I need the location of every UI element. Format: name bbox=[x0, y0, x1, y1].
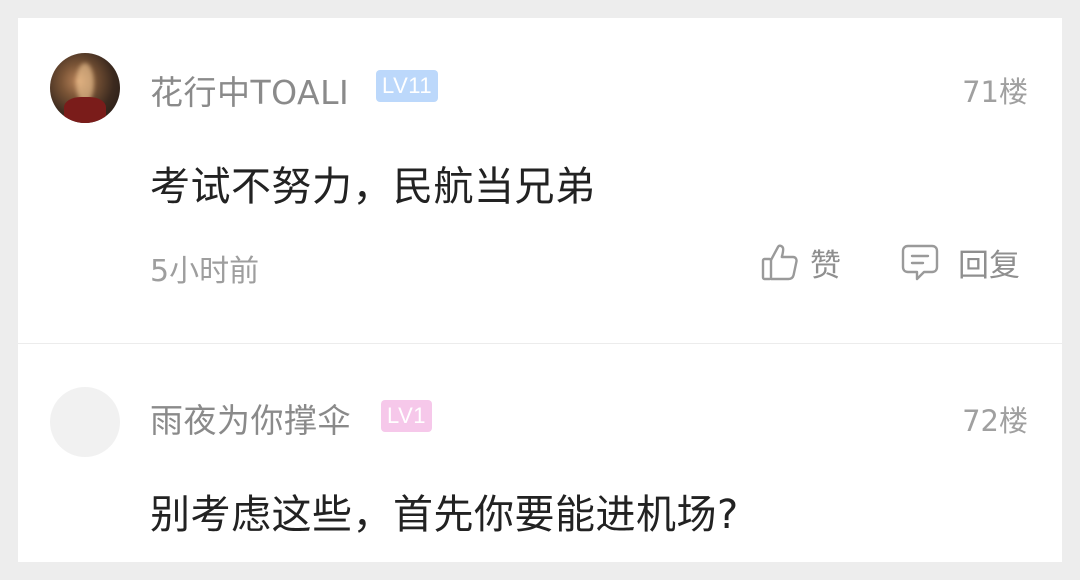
avatar[interactable] bbox=[50, 387, 120, 457]
thumbs-up-icon bbox=[760, 242, 800, 282]
comment-list: 花行中TOALI LV11 71楼 考试不努力，民航当兄弟 5小时前 赞 回复 bbox=[18, 18, 1062, 562]
floor-number: 72楼 bbox=[962, 404, 1028, 438]
comment-item: 花行中TOALI LV11 71楼 考试不努力，民航当兄弟 5小时前 赞 回复 bbox=[18, 18, 1062, 343]
level-badge: LV11 bbox=[376, 70, 439, 102]
floor-number: 71楼 bbox=[962, 75, 1028, 109]
timestamp: 5小时前 bbox=[150, 254, 260, 289]
avatar[interactable] bbox=[50, 53, 120, 123]
username[interactable]: 花行中TOALI bbox=[150, 66, 349, 114]
reply-button[interactable]: 回复 bbox=[900, 240, 1020, 284]
comment-content[interactable]: 考试不努力，民航当兄弟 bbox=[150, 154, 596, 212]
username[interactable]: 雨夜为你撑伞 bbox=[150, 394, 351, 442]
like-button[interactable]: 赞 bbox=[760, 240, 841, 284]
reply-label: 回复 bbox=[958, 247, 1020, 284]
like-label: 赞 bbox=[810, 247, 841, 284]
level-badge: LV1 bbox=[381, 400, 433, 432]
speech-bubble-icon bbox=[900, 242, 940, 282]
comment-content[interactable]: 别考虑这些，首先你要能进机场? bbox=[150, 482, 739, 540]
